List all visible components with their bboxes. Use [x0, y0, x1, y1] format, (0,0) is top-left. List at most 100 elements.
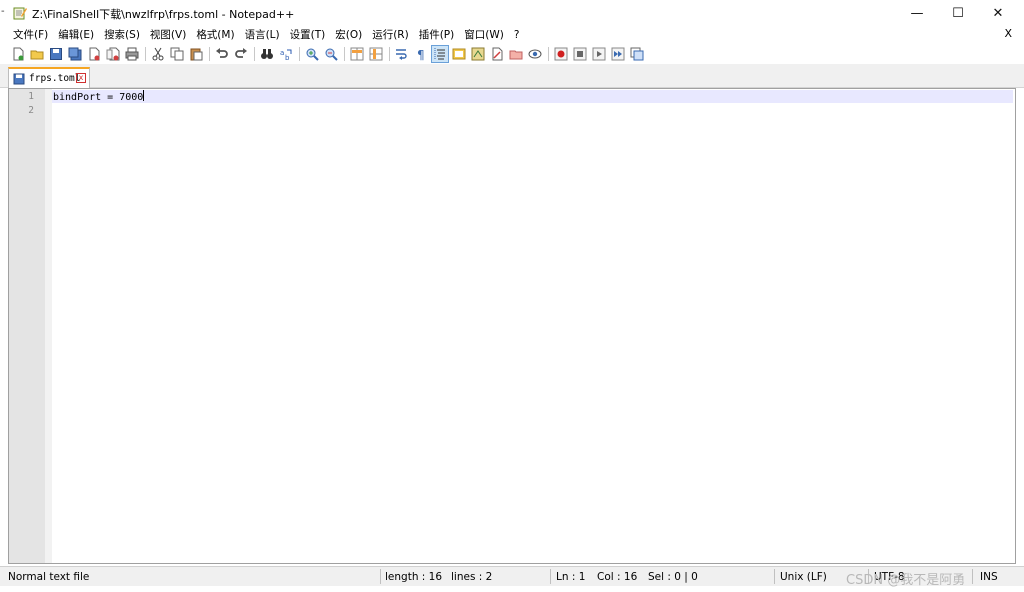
code-text: bindPort = 7000 [53, 92, 144, 103]
find-button[interactable] [259, 46, 275, 62]
undo-button[interactable] [214, 46, 230, 62]
menu-edit[interactable]: 编辑(E) [53, 26, 99, 44]
line-number: 2 [28, 105, 34, 116]
svg-text:a: a [280, 49, 284, 57]
clipboard-icon [190, 48, 203, 61]
toolbar-separator [299, 47, 300, 61]
menu-settings[interactable]: 设置(T) [285, 26, 331, 44]
menu-search[interactable]: 搜索(S) [99, 26, 145, 44]
stop-icon [573, 47, 587, 61]
close-file-button[interactable] [86, 46, 102, 62]
sync-horizontal-icon [369, 47, 383, 61]
sync-vertical-button[interactable] [349, 46, 365, 62]
replace-button[interactable]: ab [278, 46, 294, 62]
file-edit-icon [492, 47, 503, 61]
toolbar-separator [548, 47, 549, 61]
copy-icon [170, 47, 184, 61]
menu-help[interactable]: ? [509, 26, 525, 44]
save-button[interactable] [48, 46, 64, 62]
redo-button[interactable] [233, 46, 249, 62]
new-file-icon [13, 47, 24, 61]
toolbar-separator [389, 47, 390, 61]
sync-horizontal-button[interactable] [368, 46, 384, 62]
indent-guide-icon [434, 48, 445, 60]
open-file-button[interactable] [29, 46, 45, 62]
replace-icon: ab [280, 49, 292, 61]
svg-text:¶: ¶ [417, 48, 425, 61]
menu-plugins[interactable]: 插件(P) [414, 26, 460, 44]
folder-icon [509, 50, 523, 60]
save-all-icon [68, 47, 82, 61]
new-file-button[interactable] [10, 46, 26, 62]
word-wrap-icon [396, 49, 407, 60]
tab-close-icon[interactable]: x [76, 73, 86, 83]
maximize-icon: ☐ [952, 5, 964, 21]
edge-mark: - [1, 6, 5, 17]
toolbar-separator [344, 47, 345, 61]
printer-icon [125, 47, 139, 61]
undo-icon [216, 48, 228, 58]
macro-save-button[interactable] [629, 46, 645, 62]
saved-file-icon [13, 73, 25, 84]
save-all-button[interactable] [67, 46, 83, 62]
window-title: Z:\FinalShell下载\nwzlfrp\frps.toml - Note… [32, 8, 295, 21]
watermark: CSDN @我不是阿勇 [846, 573, 966, 588]
word-wrap-button[interactable] [394, 46, 410, 62]
close-all-button[interactable] [105, 46, 121, 62]
print-button[interactable] [124, 46, 140, 62]
sync-vertical-icon [350, 47, 364, 61]
menu-macro[interactable]: 宏(O) [330, 26, 367, 44]
tab-frps-toml[interactable]: frps.toml x [8, 67, 90, 88]
document-map-button[interactable] [451, 46, 467, 62]
text-caret [143, 90, 145, 101]
status-separator [774, 569, 775, 584]
indent-guide-button[interactable] [431, 45, 449, 63]
close-file-icon [89, 47, 100, 61]
function-list-button[interactable] [470, 46, 486, 62]
monitoring-button[interactable] [508, 46, 524, 62]
menu-view[interactable]: 视图(V) [145, 26, 191, 44]
fast-forward-icon [611, 47, 625, 61]
fold-margin[interactable] [45, 89, 52, 563]
zoom-out-icon [325, 48, 338, 61]
zoom-out-button[interactable] [323, 46, 339, 62]
code-line[interactable]: bindPort = 7000 [53, 90, 145, 103]
notepad-plus-plus-icon [13, 7, 27, 20]
macro-play-button[interactable] [591, 46, 607, 62]
close-document-button[interactable]: X [1004, 27, 1012, 40]
scissors-icon [152, 47, 164, 61]
title-bar: - Z:\FinalShell下载\nwzlfrp\frps.toml - No… [0, 0, 1024, 26]
status-ln: Ln : 1 [556, 571, 586, 583]
function-list-icon [471, 47, 485, 61]
zoom-in-button[interactable] [304, 46, 320, 62]
save-icon [50, 48, 62, 60]
toolbar: ab ¶ [0, 44, 1024, 64]
status-file-type: Normal text file [8, 571, 90, 583]
show-all-chars-button[interactable]: ¶ [413, 46, 429, 62]
svg-text:b: b [285, 54, 290, 61]
zoom-in-icon [306, 48, 319, 61]
paste-button[interactable] [188, 46, 204, 62]
status-separator [972, 569, 973, 584]
copy-button[interactable] [169, 46, 185, 62]
macro-stop-button[interactable] [572, 46, 588, 62]
minimize-button[interactable]: — [897, 0, 937, 26]
menu-format[interactable]: 格式(M) [191, 26, 239, 44]
maximize-button[interactable]: ☐ [938, 0, 978, 26]
menu-bar: 文件(F) 编辑(E) 搜索(S) 视图(V) 格式(M) 语言(L) 设置(T… [0, 26, 1024, 44]
cut-button[interactable] [150, 46, 166, 62]
folder-as-workspace-button[interactable] [489, 46, 505, 62]
pilcrow-icon: ¶ [417, 48, 425, 61]
macro-record-button[interactable] [553, 46, 569, 62]
editor-area[interactable]: 1 2 bindPort = 7000 [8, 88, 1016, 564]
status-lines: lines : 2 [451, 571, 493, 583]
menu-file[interactable]: 文件(F) [8, 26, 53, 44]
menu-window[interactable]: 窗口(W) [459, 26, 509, 44]
status-separator [550, 569, 551, 584]
tab-label: frps.toml [29, 73, 81, 84]
preview-button[interactable] [527, 46, 543, 62]
close-window-button[interactable]: ✕ [978, 0, 1018, 26]
menu-run[interactable]: 运行(R) [367, 26, 414, 44]
macro-run-multiple-button[interactable] [610, 46, 626, 62]
menu-language[interactable]: 语言(L) [240, 26, 285, 44]
